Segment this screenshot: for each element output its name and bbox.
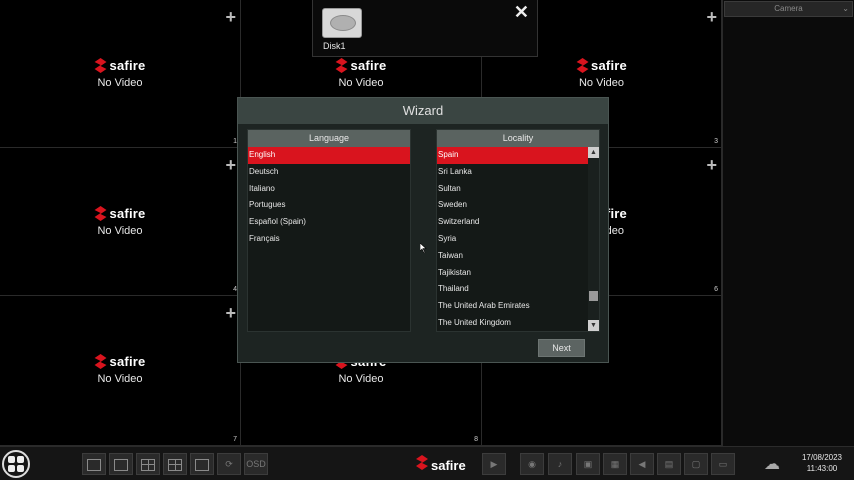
camera-select-value: Camera [774, 4, 803, 13]
brand-logo: safire [576, 58, 627, 73]
close-icon[interactable]: ✕ [514, 2, 529, 23]
time-text: 11:43:00 [806, 464, 838, 473]
scroll-up-icon[interactable]: ▲ [588, 147, 599, 158]
cloud-upload-icon[interactable]: ☁ [764, 454, 786, 473]
brand-mark-icon [94, 206, 107, 221]
language-option[interactable]: English [248, 147, 410, 164]
disk-popup: Disk1 ✕ [312, 0, 538, 57]
right-panel: Camera ⌄ [722, 0, 854, 446]
date-text: 17/08/2023 [801, 453, 842, 462]
channel-cell[interactable]: + safire No Video 4 [0, 148, 241, 296]
brand-logo-text: safire [109, 354, 146, 369]
channel-cell[interactable]: + safire No Video 1 [0, 0, 241, 148]
locality-list: Spain Sri Lanka Sultan Sweden Switzerland Syr… [437, 147, 588, 332]
add-camera-icon[interactable]: + [706, 156, 717, 174]
add-camera-icon[interactable]: + [706, 8, 717, 26]
channel-cell[interactable]: + safire No Video 7 [0, 296, 241, 446]
no-video-label: No Video [97, 225, 143, 237]
taskbar: ⟳ OSD safire ▶ ◉ ♪ ▣ ▦ ◀ ▤ ▢ ▭ ☁ 17/08/2… [0, 446, 854, 480]
disk-label: Disk1 [323, 41, 346, 51]
playback-icon[interactable]: ▶ [482, 453, 506, 475]
next-button[interactable]: Next [538, 339, 585, 357]
network-icon[interactable]: ▭ [711, 453, 735, 475]
image-button[interactable] [190, 453, 214, 475]
brand-logo-text: safire [591, 58, 627, 73]
record-icon[interactable]: ▣ [576, 453, 600, 475]
layout-1-button[interactable] [109, 453, 133, 475]
language-option[interactable]: Italiano [248, 181, 410, 198]
locality-scrollbar[interactable]: ▲ ▼ [588, 147, 599, 331]
language-option[interactable]: Deutsch [248, 164, 410, 181]
channel-number: 6 [714, 286, 718, 293]
locality-panel: Locality Spain Sri Lanka Sultan Sweden Switz… [436, 129, 600, 332]
locality-option[interactable]: Tajikistan [437, 265, 588, 282]
locality-option[interactable]: Switzerland [437, 214, 588, 231]
language-panel: Language English Deutsch Italiano Portugues… [247, 129, 411, 332]
audio-icon[interactable]: ◀ [630, 453, 654, 475]
channel-number: 8 [474, 436, 478, 443]
no-video-label: No Video [97, 373, 143, 385]
locality-option[interactable]: Sweden [437, 197, 588, 214]
wizard-title: Wizard [238, 98, 608, 124]
brand-logo-text: safire [431, 457, 466, 473]
language-option[interactable]: Portugues [248, 197, 410, 214]
language-header: Language [248, 130, 410, 147]
locality-option[interactable]: Sultan [437, 181, 588, 198]
locality-option[interactable]: Sri Lanka [437, 164, 588, 181]
add-camera-icon[interactable]: + [225, 8, 236, 26]
no-video-label: No Video [97, 77, 143, 89]
add-camera-icon[interactable]: + [225, 156, 236, 174]
brand-logo-text: safire [109, 58, 146, 73]
brand-logo: safire [94, 354, 146, 369]
brand-mark-icon [94, 58, 107, 73]
locality-option[interactable]: The United Kingdom [437, 315, 588, 332]
scroll-thumb[interactable] [589, 291, 598, 301]
brand-mark-icon [416, 455, 428, 475]
camera-select[interactable]: Camera ⌄ [724, 1, 853, 17]
alarm-icon[interactable]: ♪ [548, 453, 572, 475]
snapshot-icon[interactable]: ▦ [603, 453, 627, 475]
no-video-label: No Video [338, 373, 384, 385]
brand-logo-text: safire [109, 206, 146, 221]
wizard-dialog: Wizard Language English Deutsch Italiano Po… [237, 97, 609, 363]
brand-mark-icon [576, 58, 589, 73]
ptz-icon[interactable]: ◉ [520, 453, 544, 475]
brand-mark-icon [335, 58, 348, 73]
osd-button[interactable]: OSD [244, 453, 268, 475]
disk-status-icon[interactable]: ▤ [657, 453, 681, 475]
brand-logo: safire [335, 58, 387, 73]
datetime: 17/08/2023 11:43:00 [802, 452, 842, 474]
brand-logo: safire [94, 58, 146, 73]
no-video-label: No Video [578, 77, 625, 89]
brand-logo-text: safire [350, 58, 387, 73]
start-menu-icon[interactable] [2, 450, 30, 478]
disk-icon[interactable] [322, 8, 362, 38]
brand-mark-icon [94, 354, 107, 369]
locality-option[interactable]: Spain [437, 147, 588, 164]
language-list: English Deutsch Italiano Portugues Español (… [248, 147, 410, 248]
brand-logo: safire [94, 206, 146, 221]
fullscreen-button[interactable] [82, 453, 106, 475]
no-video-label: No Video [338, 77, 384, 89]
mouse-cursor-icon [420, 243, 427, 253]
locality-option[interactable]: Thailand [437, 281, 588, 298]
locality-header: Locality [437, 130, 599, 147]
search-icon[interactable]: ▢ [684, 453, 708, 475]
locality-option[interactable]: Syria [437, 231, 588, 248]
nvr-screen: + safire No Video 1 safire No Video + safire N… [0, 0, 854, 480]
sequence-button[interactable]: ⟳ [217, 453, 241, 475]
scroll-down-icon[interactable]: ▼ [588, 320, 599, 331]
channel-number: 3 [714, 138, 718, 145]
locality-option[interactable]: Taiwan [437, 248, 588, 265]
taskbar-logo: safire [416, 455, 466, 475]
channel-number: 7 [233, 436, 237, 443]
layout-9-button[interactable] [163, 453, 187, 475]
language-option[interactable]: Français [248, 231, 410, 248]
language-option[interactable]: Español (Spain) [248, 214, 410, 231]
locality-option[interactable]: The United Arab Emirates [437, 298, 588, 315]
layout-4-button[interactable] [136, 453, 160, 475]
add-camera-icon[interactable]: + [225, 304, 236, 322]
chevron-down-icon: ⌄ [842, 4, 849, 13]
